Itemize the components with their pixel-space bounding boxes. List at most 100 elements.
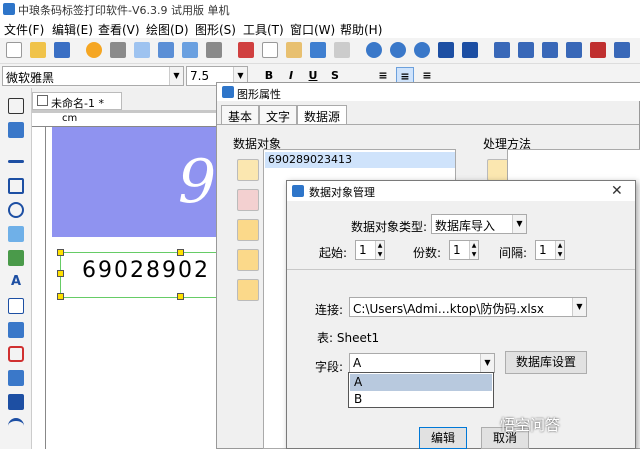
window-title: 中琅条码标签打印软件-V6.3.9 试用版 单机 xyxy=(18,4,230,17)
data-object-type-label: 数据对象类型: xyxy=(351,220,428,234)
connection-label: 连接: xyxy=(315,303,344,317)
dialog-title-bar: 数据对象管理 xyxy=(287,181,635,201)
title-bar: 中琅条码标签打印软件-V6.3.9 试用版 单机 xyxy=(0,0,640,18)
edit-button[interactable]: 编辑 xyxy=(419,427,467,449)
print-icon[interactable] xyxy=(110,42,126,58)
data-object-type-select[interactable]: 数据库导入 ▼ xyxy=(431,214,527,234)
zoom-actual-icon[interactable] xyxy=(462,42,478,58)
horizontal-ruler: cm xyxy=(32,113,222,127)
document-icon xyxy=(37,95,48,106)
properties-window-icon xyxy=(222,86,234,98)
label-decorative-digit: 9 xyxy=(178,147,217,217)
field-value: A xyxy=(353,356,362,370)
cut-icon[interactable] xyxy=(238,42,254,58)
rectangle-tool-icon[interactable] xyxy=(8,178,24,194)
menu-help[interactable]: 帮助(H) xyxy=(340,21,382,38)
align-right-objects-icon[interactable] xyxy=(566,42,582,58)
spin-arrows-icon[interactable]: ▲ ▼ xyxy=(469,241,478,259)
ellipse-tool-icon[interactable] xyxy=(8,202,24,218)
menu-edit[interactable]: 编辑(E) xyxy=(52,21,93,38)
app-logo-icon xyxy=(3,3,15,15)
menu-draw[interactable]: 绘图(D) xyxy=(146,21,189,38)
vertical-ruler xyxy=(32,127,46,449)
menu-shape[interactable]: 图形(S) xyxy=(195,21,236,38)
new-file-icon[interactable] xyxy=(6,42,22,58)
database-icon[interactable] xyxy=(158,42,174,58)
move-up-icon[interactable] xyxy=(237,249,259,271)
data-object-item[interactable]: 690289023413 xyxy=(265,152,455,168)
copy-icon[interactable] xyxy=(262,42,278,58)
settings-gear-icon[interactable] xyxy=(86,42,102,58)
arc-tool-icon[interactable] xyxy=(8,418,24,434)
menu-file[interactable]: 文件(F) xyxy=(4,21,44,38)
menu-window[interactable]: 窗口(W) xyxy=(290,21,335,38)
zoom-in-icon[interactable] xyxy=(366,42,382,58)
rich-text-tool-icon[interactable] xyxy=(8,298,24,314)
chevron-down-icon: ▼ xyxy=(572,298,586,316)
edit-data-object-icon[interactable] xyxy=(237,189,259,211)
resize-handle[interactable] xyxy=(57,270,64,277)
properties-title-bar: 图形属性 xyxy=(217,83,640,101)
curve-tool-icon[interactable] xyxy=(8,394,24,410)
chevron-down-icon: ▼ xyxy=(169,67,183,85)
font-family-select[interactable]: 微软雅黑 ▼ xyxy=(2,66,184,86)
connection-select[interactable]: C:\Users\Admi…ktop\防伪码.xlsx ▼ xyxy=(349,297,587,317)
tab-basic[interactable]: 基本 xyxy=(221,105,260,125)
align-top-objects-icon[interactable] xyxy=(518,42,534,58)
chevron-down-icon: ▼ xyxy=(480,354,494,372)
zoom-page-icon[interactable] xyxy=(438,42,454,58)
copies-value: 1 xyxy=(453,243,461,257)
paste-icon[interactable] xyxy=(286,42,302,58)
rotate-icon[interactable] xyxy=(8,122,24,138)
field-option[interactable]: A xyxy=(350,374,492,391)
start-stepper[interactable]: 1 ▲ ▼ xyxy=(355,240,385,260)
field-dropdown-list[interactable]: A B xyxy=(348,372,494,408)
zoom-out-icon[interactable] xyxy=(390,42,406,58)
close-icon[interactable]: ✕ xyxy=(611,183,623,199)
table-info: 表: Sheet1 xyxy=(317,331,380,345)
move-down-icon[interactable] xyxy=(237,279,259,301)
distribute-icon[interactable] xyxy=(614,42,630,58)
remove-data-object-icon[interactable] xyxy=(237,219,259,241)
dialog-title: 数据对象管理 xyxy=(309,186,375,199)
redo-icon[interactable] xyxy=(334,42,350,58)
tab-data-source[interactable]: 数据源 xyxy=(297,105,348,125)
table-tool-icon[interactable] xyxy=(8,370,24,386)
picture-tool-icon[interactable] xyxy=(8,250,24,266)
align-center-objects-icon[interactable] xyxy=(542,42,558,58)
menu-tools[interactable]: 工具(T) xyxy=(243,21,284,38)
tab-text[interactable]: 文字 xyxy=(259,105,298,125)
resize-handle[interactable] xyxy=(177,249,184,256)
spin-arrows-icon[interactable]: ▲ ▼ xyxy=(375,241,384,259)
resize-handle[interactable] xyxy=(57,249,64,256)
save-icon[interactable] xyxy=(54,42,70,58)
add-data-object-icon[interactable] xyxy=(237,159,259,181)
field-option[interactable]: B xyxy=(350,391,492,408)
database-settings-button[interactable]: 数据库设置 xyxy=(505,351,587,374)
polygon-tool-icon[interactable] xyxy=(8,346,24,362)
font-size-value: 7.5 xyxy=(190,69,210,83)
open-folder-icon[interactable] xyxy=(30,42,46,58)
menu-view[interactable]: 查看(V) xyxy=(98,21,140,38)
undo-icon[interactable] xyxy=(310,42,326,58)
copies-stepper[interactable]: 1 ▲ ▼ xyxy=(449,240,479,260)
barcode-tool-icon[interactable] xyxy=(8,322,24,338)
image-tool-icon[interactable] xyxy=(8,226,24,242)
align-left-objects-icon[interactable] xyxy=(494,42,510,58)
resize-handle[interactable] xyxy=(57,293,64,300)
properties-title: 图形属性 xyxy=(237,88,281,101)
zoom-fit-icon[interactable] xyxy=(414,42,430,58)
spin-arrows-icon[interactable]: ▲ ▼ xyxy=(555,241,564,259)
print-preview-icon[interactable] xyxy=(134,42,150,58)
field-select[interactable]: A ▼ xyxy=(349,353,495,373)
text-tool-icon[interactable]: A xyxy=(8,274,24,290)
tab-divider xyxy=(217,124,639,125)
line-tool-icon[interactable] xyxy=(8,160,24,163)
interval-stepper[interactable]: 1 ▲ ▼ xyxy=(535,240,565,260)
resize-handle[interactable] xyxy=(177,293,184,300)
select-pointer-icon[interactable] xyxy=(8,98,24,114)
eye-icon[interactable] xyxy=(590,42,606,58)
add-process-method-icon[interactable] xyxy=(487,159,509,181)
export-icon[interactable] xyxy=(182,42,198,58)
grid-icon[interactable] xyxy=(206,42,222,58)
